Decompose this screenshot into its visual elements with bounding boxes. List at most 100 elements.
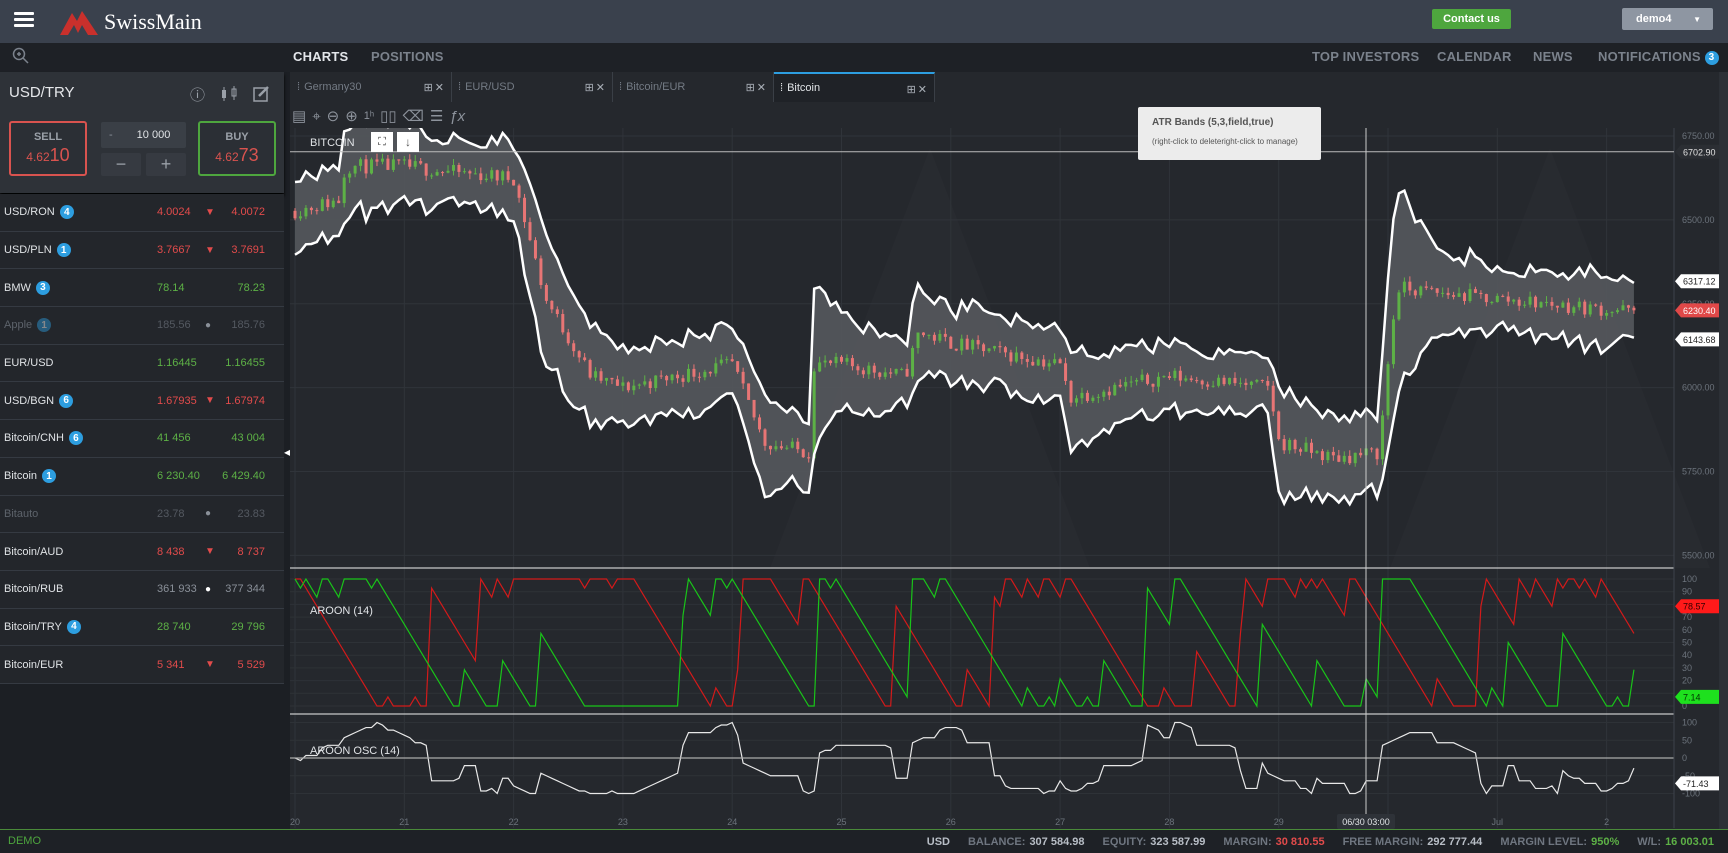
chart-tab[interactable]: ⁞ Germany30 ⊞✕ — [291, 72, 452, 102]
instrument-row[interactable]: Bitcoin/TRY 4 28 740 29 796 — [0, 608, 284, 647]
contact-us-button[interactable]: Contact us — [1432, 9, 1511, 29]
candle-body — [1140, 374, 1144, 381]
menu-icon[interactable] — [14, 12, 34, 28]
tab-charts[interactable]: CHARTS — [293, 49, 348, 64]
candle-body — [391, 159, 395, 170]
drag-handle-icon[interactable]: ⁞ — [780, 82, 783, 94]
increase-quantity-button[interactable]: + — [146, 153, 186, 176]
candle-body — [812, 371, 816, 459]
free-margin-label: FREE MARGIN: — [1342, 835, 1424, 848]
candle-body — [364, 159, 368, 174]
instrument-row[interactable]: EUR/USD 1.16445 1.16455 — [0, 344, 284, 383]
candlestick-icon[interactable] — [220, 86, 240, 102]
candle-body — [1375, 448, 1379, 460]
instrument-name: Apple — [4, 319, 33, 332]
candle-body — [714, 363, 718, 374]
equity-value: 323 587.99 — [1150, 835, 1206, 848]
timeframe-icon[interactable]: 1ʰ — [364, 110, 374, 122]
aroon-indicator-label[interactable]: AROON (14) — [310, 605, 373, 617]
drag-handle-icon[interactable]: ⁞ — [297, 81, 300, 93]
equity-label: EQUITY: — [1102, 835, 1147, 848]
nav-top-investors[interactable]: TOP INVESTORS — [1312, 49, 1419, 64]
candle-body — [1381, 415, 1385, 460]
candle-body — [544, 285, 548, 301]
legend-icon[interactable]: ▤ — [292, 107, 306, 125]
instrument-row[interactable]: BMW 3 78.14 78.23 — [0, 269, 284, 308]
right-scrollbar[interactable] — [1719, 72, 1728, 830]
user-menu-button[interactable]: demo4 ▼ — [1622, 8, 1713, 30]
candle-body — [304, 207, 308, 217]
instrument-row[interactable]: USD/PLN 1 3.7667 ▼ 3.7691 — [0, 231, 284, 270]
candle-body — [457, 164, 461, 172]
zoom-in-icon[interactable]: ⊕ — [345, 107, 358, 125]
bid-price: 28 740 — [157, 620, 191, 633]
chart-tab[interactable]: ⁞ EUR/USD ⊞✕ — [452, 72, 613, 102]
nav-news[interactable]: NEWS — [1533, 49, 1573, 64]
chart-tab[interactable]: ⁞ Bitcoin ⊞✕ — [774, 72, 935, 102]
tab-positions[interactable]: POSITIONS — [371, 49, 444, 64]
instrument-row[interactable]: Bitcoin/AUD 8 438 ▼ 8 737 — [0, 533, 284, 571]
eraser-icon[interactable]: ⌫ — [403, 107, 424, 125]
down-arrow-icon: ▼ — [205, 546, 215, 558]
down-arrow-icon: ▼ — [205, 206, 215, 218]
candle-body — [1544, 301, 1548, 303]
down-arrow-icon: ▼ — [205, 244, 215, 256]
tab-layout-close-icons[interactable]: ⊞✕ — [907, 83, 929, 96]
candle-body — [927, 334, 931, 336]
band-upper-label: 6317.12 — [1683, 277, 1716, 287]
price-tick-label: 6000.00 — [1682, 383, 1715, 393]
drawing-lines-icon[interactable]: ☰ — [430, 107, 443, 125]
candle-body — [1053, 359, 1057, 364]
info-icon[interactable]: ⓘ — [190, 84, 205, 105]
instrument-row[interactable]: Bitauto 23.78 ● 23.83 — [0, 495, 284, 534]
chart-type-icon[interactable]: ▯▯ — [380, 107, 397, 125]
tab-layout-close-icons[interactable]: ⊞✕ — [746, 81, 768, 94]
nav-notifications[interactable]: NOTIFICATIONS 3 — [1598, 49, 1719, 65]
instrument-row[interactable]: Bitcoin 1 6 230.40 6 429.40 — [0, 457, 284, 496]
instrument-row[interactable]: USD/BGN 6 1.67935 ▼ 1.67974 — [0, 382, 284, 421]
download-icon[interactable]: ↓ — [397, 132, 419, 152]
bid-price: 4.0024 — [157, 206, 191, 219]
chart-tab[interactable]: ⁞ Bitcoin/EUR ⊞✕ — [613, 72, 774, 102]
quantity-input[interactable]: - 10 000 — [101, 122, 186, 148]
candle-body — [468, 171, 472, 174]
candle-body — [473, 173, 477, 175]
indicators-fx-icon[interactable]: ƒx — [449, 108, 465, 125]
price-chart[interactable]: 6750.006500.006250.006000.005750.005500.… — [290, 128, 1720, 830]
drag-handle-icon[interactable]: ⁞ — [458, 81, 461, 93]
candle-body — [796, 441, 800, 450]
instrument-row[interactable]: Bitcoin/EUR 5 341 ▼ 5 529 — [0, 646, 284, 684]
tab-layout-close-icons[interactable]: ⊞✕ — [424, 81, 446, 94]
instrument-row[interactable]: Bitcoin/RUB 361 933 ● 377 344 — [0, 570, 284, 609]
fullscreen-icon[interactable]: ⛶ — [371, 132, 393, 152]
candle-body — [703, 371, 707, 378]
candle-body — [1113, 384, 1117, 396]
balance-label: BALANCE: — [967, 835, 1026, 848]
sell-button[interactable]: SELL 4.6210 — [9, 121, 87, 176]
aroon-osc-indicator-label[interactable]: AROON OSC (14) — [310, 745, 400, 757]
candle-body — [670, 374, 674, 381]
instrument-row[interactable]: Apple 1 185.56 ● 185.76 — [0, 307, 284, 345]
zoom-out-icon[interactable]: ⊖ — [327, 107, 340, 125]
candle-body — [1632, 307, 1636, 311]
candle-body — [774, 446, 778, 450]
candle-body — [1342, 455, 1346, 462]
zoom-search-icon[interactable] — [12, 47, 30, 65]
candle-body — [1058, 359, 1062, 364]
instrument-row[interactable]: USD/RON 4 4.0024 ▼ 4.0072 — [0, 194, 284, 232]
decrease-quantity-button[interactable]: − — [101, 153, 141, 176]
drag-handle-icon[interactable]: ⁞ — [619, 81, 622, 93]
edit-icon[interactable] — [253, 85, 270, 102]
notifications-label: NOTIFICATIONS — [1598, 49, 1701, 64]
logo[interactable]: SwissMain — [60, 8, 202, 36]
ask-price: 4.0072 — [231, 206, 265, 219]
candle-body — [1222, 377, 1226, 385]
buy-button[interactable]: BUY 4.6273 — [198, 121, 276, 176]
instrument-row[interactable]: Bitcoin/CNH 6 41 456 43 004 — [0, 420, 284, 458]
nav-calendar[interactable]: CALENDAR — [1437, 49, 1512, 64]
candle-body — [1555, 305, 1559, 308]
crosshair-icon[interactable]: ⌖ — [312, 108, 320, 125]
candle-body — [1036, 359, 1040, 366]
candle-body — [823, 360, 827, 363]
tab-layout-close-icons[interactable]: ⊞✕ — [585, 81, 607, 94]
